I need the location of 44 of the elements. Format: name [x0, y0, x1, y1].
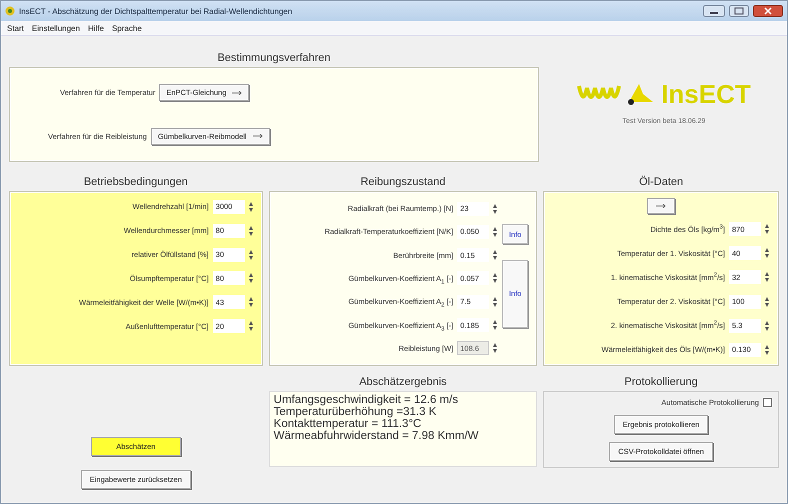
section-title: Öl-Daten: [638, 174, 684, 190]
section-title: Betriebsbedingungen: [82, 175, 189, 190]
spinner-icon[interactable]: [492, 272, 498, 284]
menu-item[interactable]: Start: [7, 24, 24, 32]
section-title: Protokollierung: [623, 375, 699, 390]
close-icon[interactable]: [753, 5, 783, 17]
spinner-icon[interactable]: [764, 247, 770, 260]
window-title: InsECT - Abschätzung der Dichtspalttemperatur bei Radial-Wellendichtungen: [19, 6, 294, 16]
spinner-icon[interactable]: [492, 249, 498, 262]
logo-text: InsECT: [661, 79, 751, 110]
menu-item[interactable]: Einstellungen: [32, 24, 80, 32]
spinner-icon[interactable]: [248, 224, 254, 237]
app-icon: [5, 6, 15, 16]
arrow-icon: [252, 134, 263, 138]
spinner-icon[interactable]: [248, 296, 254, 308]
checkbox[interactable]: [762, 398, 772, 407]
result-line: Kontakttemperatur = 111.3°C: [274, 418, 422, 430]
arrow-icon: [232, 90, 242, 95]
maximize-icon[interactable]: [729, 5, 749, 17]
minimize-icon[interactable]: [703, 5, 725, 17]
spinner-icon[interactable]: [764, 320, 770, 332]
spinner-icon[interactable]: [764, 296, 770, 308]
menu-item[interactable]: Hilfe: [88, 24, 104, 32]
section-title: Bestimmungsverfahren: [216, 51, 332, 66]
spinner-icon[interactable]: [492, 319, 498, 332]
spinner-icon[interactable]: [764, 344, 770, 356]
spinner-icon[interactable]: [492, 202, 498, 215]
spinner-icon[interactable]: [492, 296, 498, 308]
spinner-icon[interactable]: [248, 200, 254, 213]
spinner-icon[interactable]: [764, 223, 770, 236]
oil-select-button[interactable]: [647, 198, 676, 214]
spinner-icon[interactable]: [248, 320, 254, 332]
spinner-icon[interactable]: [492, 226, 498, 238]
menu-item[interactable]: Sprache: [112, 24, 142, 32]
spinner-icon[interactable]: [492, 342, 498, 354]
section-title: Reibungszustand: [359, 175, 446, 190]
spinner-icon[interactable]: [248, 248, 254, 261]
result-line: Umfangsgeschwindigkeit = 12.6 m/s: [274, 394, 460, 406]
spinner-icon[interactable]: [764, 271, 770, 284]
arrow-icon: [656, 204, 666, 208]
section-title: Abschätzergebnis: [358, 375, 448, 390]
spinner-icon[interactable]: [248, 272, 254, 284]
result-line: Wärmeabfuhrwiderstand = 7.98 Kmm/W: [274, 430, 480, 442]
result-line: Temperaturüberhöhung =31.3 K: [274, 406, 438, 418]
